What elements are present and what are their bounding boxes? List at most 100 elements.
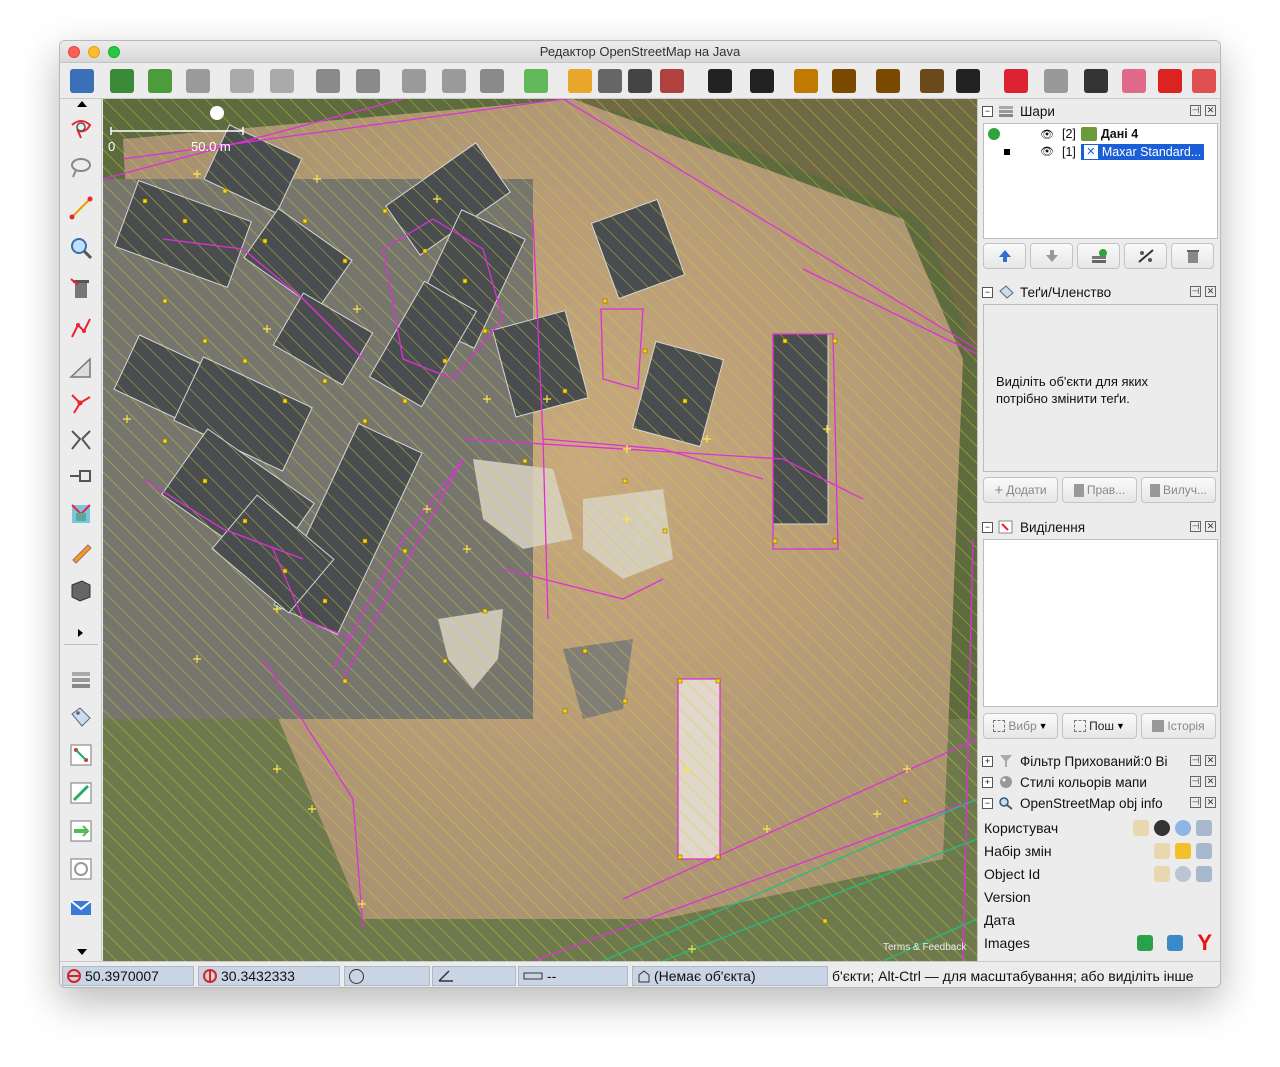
lasso-tool-icon[interactable] bbox=[66, 153, 96, 183]
zoom-window-button[interactable] bbox=[108, 46, 120, 58]
collapse-toggle-icon[interactable]: − bbox=[982, 105, 993, 117]
layer-row[interactable]: 👁 [1] ✕ Maxar Standard... bbox=[984, 143, 1217, 160]
zoom-tool-icon[interactable] bbox=[66, 233, 96, 263]
filter-panel-header[interactable]: + Фільтр Прихований:0 Ві ⊣ ✕ bbox=[982, 751, 1218, 771]
conflict-toggle-icon[interactable] bbox=[66, 816, 96, 846]
close-panel-icon[interactable]: ✕ bbox=[1205, 797, 1216, 808]
messages-toggle-icon[interactable] bbox=[66, 892, 96, 922]
barrier-preset-button[interactable] bbox=[594, 66, 626, 96]
download-button[interactable] bbox=[106, 66, 138, 96]
move-up-button[interactable] bbox=[983, 243, 1026, 269]
rail-button[interactable] bbox=[1080, 66, 1112, 96]
mapillary-icon[interactable] bbox=[1137, 935, 1154, 951]
highway-preset-button[interactable] bbox=[564, 66, 596, 96]
minimize-window-button[interactable] bbox=[88, 46, 100, 58]
relations-toggle-icon[interactable] bbox=[66, 740, 96, 770]
link-icon[interactable] bbox=[1196, 843, 1212, 859]
copy-icon[interactable] bbox=[1154, 866, 1170, 882]
delete-tag-button[interactable]: Вилуч... bbox=[1141, 477, 1216, 503]
clock-icon[interactable] bbox=[1175, 866, 1191, 882]
pin-icon[interactable]: ⊣ bbox=[1190, 776, 1201, 787]
upload-disabled-button[interactable] bbox=[182, 66, 214, 96]
close-panel-icon[interactable]: ✕ bbox=[1205, 105, 1216, 116]
chat-icon[interactable] bbox=[1175, 820, 1191, 836]
commands-toggle-icon[interactable] bbox=[66, 778, 96, 808]
building-tool-icon[interactable] bbox=[66, 499, 96, 529]
link-icon[interactable] bbox=[1196, 820, 1212, 836]
select-button[interactable]: Вибр ▼ bbox=[983, 713, 1058, 739]
split-way-button[interactable] bbox=[1000, 66, 1032, 96]
undo-button[interactable] bbox=[226, 66, 258, 96]
toggle-visibility-button[interactable] bbox=[1124, 243, 1167, 269]
delete-tool-icon[interactable] bbox=[66, 273, 96, 303]
draw-tool-icon[interactable] bbox=[66, 193, 96, 223]
collapse-toggle-icon[interactable]: − bbox=[982, 797, 993, 809]
preferences-button[interactable] bbox=[312, 66, 344, 96]
refresh-button[interactable] bbox=[476, 66, 508, 96]
map-view[interactable]: 0 50.0 m Terms & Feedback bbox=[103, 99, 977, 961]
open-button[interactable] bbox=[66, 66, 98, 96]
search-button[interactable]: Пош ▼ bbox=[1062, 713, 1137, 739]
expand-toggle-icon[interactable]: + bbox=[982, 776, 993, 788]
copy-icon[interactable] bbox=[1133, 820, 1149, 836]
pin-icon[interactable]: ⊣ bbox=[1190, 755, 1201, 766]
link-icon[interactable] bbox=[1196, 866, 1212, 882]
tags-panel-header[interactable]: − Теґи/Членство ⊣ ✕ bbox=[982, 282, 1218, 302]
tag-button[interactable] bbox=[1118, 66, 1150, 96]
validate-button[interactable] bbox=[520, 66, 552, 96]
objinfo-panel-header[interactable]: − OpenStreetMap obj info ⊣ ✕ bbox=[982, 793, 1218, 813]
tags-toggle-icon[interactable] bbox=[66, 702, 96, 732]
delete-layer-button[interactable] bbox=[1171, 243, 1214, 269]
select-arrow-button[interactable] bbox=[952, 66, 984, 96]
split-nodes-icon[interactable] bbox=[66, 425, 96, 455]
traffic-light-button[interactable] bbox=[624, 66, 656, 96]
notes-toggle-icon[interactable] bbox=[66, 854, 96, 884]
selection-panel-header[interactable]: − Виділення ⊣ ✕ bbox=[982, 517, 1218, 537]
parallel-tool-icon[interactable] bbox=[66, 313, 96, 343]
collapse-toggle-icon[interactable]: − bbox=[982, 286, 993, 298]
yandex-icon[interactable]: Y bbox=[1197, 932, 1212, 954]
imagery-attribution[interactable]: Terms & Feedback bbox=[883, 942, 966, 953]
extrude-tool-icon[interactable] bbox=[66, 353, 96, 383]
3d-building-icon[interactable] bbox=[66, 575, 96, 605]
castle-button[interactable] bbox=[872, 66, 904, 96]
user-icon[interactable] bbox=[1154, 820, 1170, 836]
activate-layer-button[interactable] bbox=[1077, 243, 1120, 269]
close-panel-icon[interactable]: ✕ bbox=[1205, 776, 1216, 787]
car-button[interactable] bbox=[704, 66, 736, 96]
copy-icon[interactable] bbox=[1154, 843, 1170, 859]
select-tool-icon[interactable] bbox=[66, 113, 96, 143]
pin-icon[interactable]: ⊣ bbox=[1190, 797, 1201, 808]
close-panel-icon[interactable]: ✕ bbox=[1205, 521, 1216, 532]
layers-panel-header[interactable]: − Шари ⊣ ✕ bbox=[982, 101, 1218, 121]
exit-button[interactable] bbox=[1188, 66, 1220, 96]
pin-icon[interactable]: ⊣ bbox=[1190, 105, 1201, 116]
simplify-button[interactable] bbox=[398, 66, 430, 96]
collapse-toggle-icon[interactable]: − bbox=[982, 521, 993, 533]
visibility-eye-icon[interactable]: 👁 bbox=[1040, 128, 1054, 141]
scroll-up-icon[interactable] bbox=[77, 101, 87, 107]
styles-panel-header[interactable]: + Стилі кольорів мапи ⊣ ✕ bbox=[982, 772, 1218, 792]
split-button[interactable] bbox=[438, 66, 470, 96]
connect-tool-icon[interactable] bbox=[66, 461, 96, 491]
edit-tag-button[interactable]: Прав... bbox=[1062, 477, 1137, 503]
upload-button[interactable] bbox=[144, 66, 176, 96]
history-button[interactable]: Історія bbox=[1141, 713, 1216, 739]
redo-button[interactable] bbox=[266, 66, 298, 96]
close-panel-icon[interactable]: ✕ bbox=[1205, 286, 1216, 297]
close-panel-icon[interactable]: ✕ bbox=[1205, 755, 1216, 766]
close-window-button[interactable] bbox=[68, 46, 80, 58]
industrial-button[interactable] bbox=[916, 66, 948, 96]
visibility-eye-icon[interactable]: 👁 bbox=[1040, 145, 1054, 158]
pencil-tool-icon[interactable] bbox=[66, 537, 96, 567]
achavi-icon[interactable] bbox=[1175, 843, 1191, 859]
add-tag-button[interactable]: + Додати bbox=[983, 477, 1058, 503]
expand-tools-icon[interactable] bbox=[78, 629, 83, 637]
improve-way-icon[interactable] bbox=[66, 389, 96, 419]
scroll-down-icon[interactable] bbox=[77, 949, 87, 955]
food-button[interactable] bbox=[828, 66, 860, 96]
no-entry-button[interactable] bbox=[1154, 66, 1186, 96]
pin-icon[interactable]: ⊣ bbox=[1190, 521, 1201, 532]
globe-icon[interactable] bbox=[1167, 935, 1184, 951]
stone-button[interactable] bbox=[1040, 66, 1072, 96]
